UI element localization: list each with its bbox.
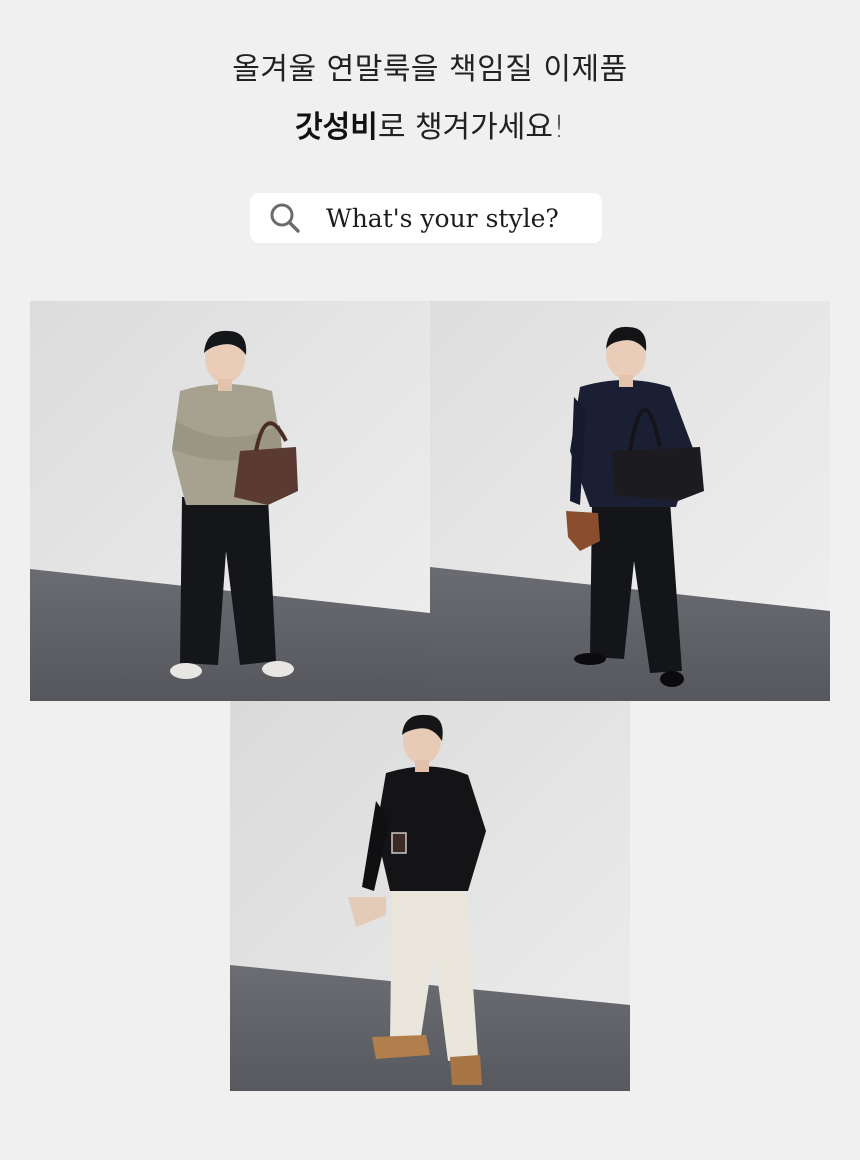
headline-highlight: 갓성비 — [295, 110, 378, 145]
style-search-box[interactable]: What's your style? — [250, 193, 602, 243]
outfit-photo-3[interactable] — [230, 701, 630, 1091]
outfit-photo-2[interactable] — [430, 301, 830, 701]
search-text: What's your style? — [326, 203, 559, 233]
outfit-photo-1[interactable] — [30, 301, 430, 701]
search-icon — [268, 201, 302, 235]
headline-line-1: 올겨울 연말룩을 책임질 이제품 — [232, 52, 628, 87]
headline-line-2: 갓성비로 챙겨가세요! — [0, 102, 860, 146]
headline-line-2-rest: 로 챙겨가세요! — [377, 110, 565, 145]
